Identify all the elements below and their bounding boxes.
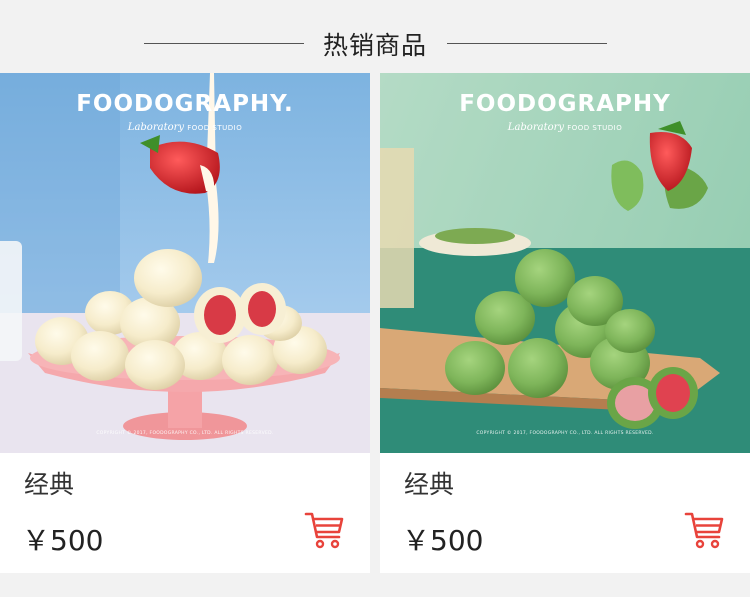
section-title: 热销商品 <box>322 31 427 60</box>
add-to-cart-button[interactable] <box>684 510 726 550</box>
product-name: 经典 <box>24 470 75 499</box>
image-brand-sub-italic: Laboratory <box>127 122 185 133</box>
add-to-cart-button[interactable] <box>304 510 346 550</box>
shopping-cart-icon <box>684 512 724 549</box>
image-brand-title: FOODOGRAPHY. <box>76 91 294 117</box>
product-image[interactable]: FOODOGRAPHY Laboratory FOOD STUDIO COPYR… <box>380 73 750 453</box>
image-brand-sub-studio: FOOD STUDIO <box>187 124 243 132</box>
product-card[interactable]: FOODOGRAPHY. Laboratory FOOD STUDIO COPY… <box>0 73 370 573</box>
image-brand-title: FOODOGRAPHY <box>459 91 671 117</box>
image-brand-sub-italic: Laboratory <box>507 122 565 133</box>
product-name: 经典 <box>404 470 455 499</box>
shopping-cart-icon <box>304 512 344 549</box>
image-copyright: COPYRIGHT © 2017, FOODOGRAPHY CO., LTD. … <box>96 431 274 436</box>
product-price: ￥500 <box>22 524 104 557</box>
product-image[interactable]: FOODOGRAPHY. Laboratory FOOD STUDIO COPY… <box>0 73 370 453</box>
product-card[interactable]: FOODOGRAPHY Laboratory FOOD STUDIO COPYR… <box>380 73 750 573</box>
section-header: 热销商品 <box>0 0 750 72</box>
divider-right <box>447 43 607 44</box>
product-price: ￥500 <box>402 524 484 557</box>
image-brand-subtitle: Laboratory FOOD STUDIO <box>0 122 370 133</box>
image-brand-subtitle: Laboratory FOOD STUDIO <box>380 122 750 133</box>
image-brand-sub-studio: FOOD STUDIO <box>567 124 623 132</box>
image-copyright: COPYRIGHT © 2017, FOODOGRAPHY CO., LTD. … <box>476 431 654 436</box>
